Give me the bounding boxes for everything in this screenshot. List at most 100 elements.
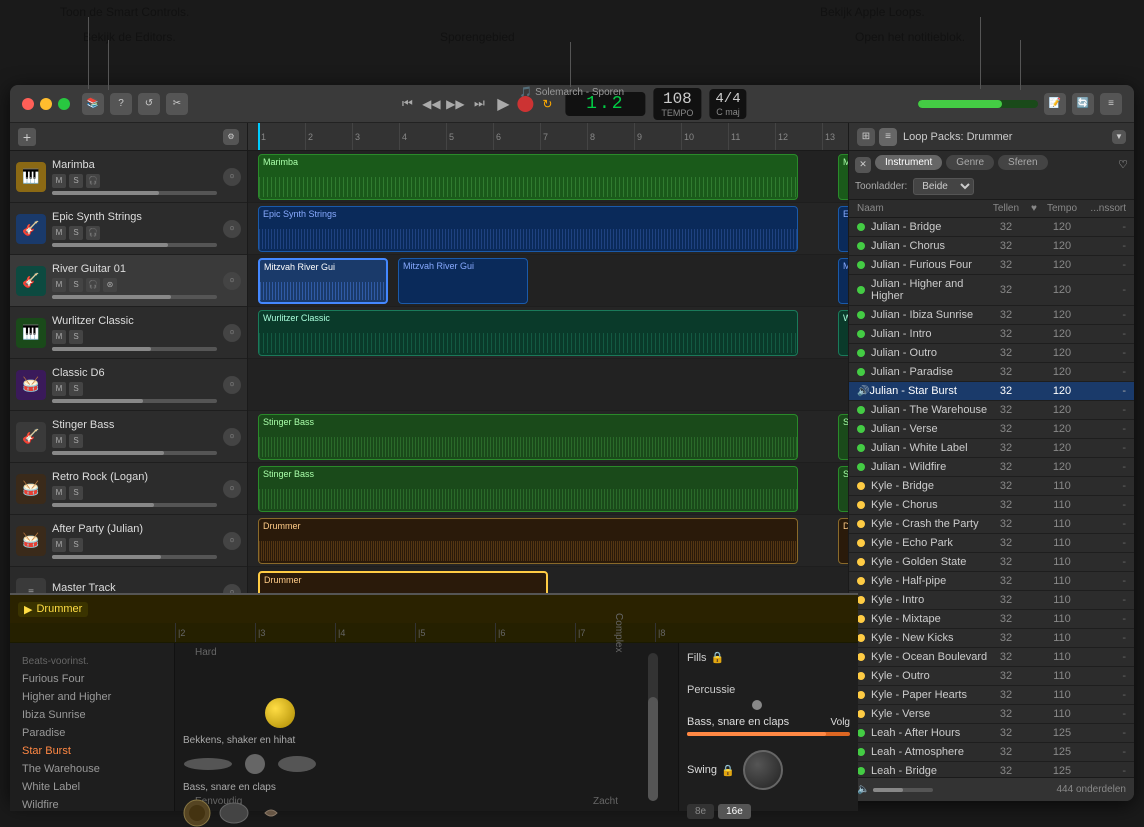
time-sig-display[interactable]: 4/4 C maj — [709, 89, 746, 119]
notepad-button[interactable]: 📝 — [1044, 93, 1066, 115]
drum-beat-item[interactable]: The Warehouse — [16, 760, 168, 778]
track-volume[interactable] — [52, 295, 217, 299]
add-track-button[interactable]: + — [18, 128, 36, 146]
track-item[interactable]: 🎸 Epic Synth Strings M S 🎧 ⊙ — [10, 203, 247, 255]
region-stinger1[interactable]: Stinger Bass — [258, 414, 798, 460]
loop-item[interactable]: Julian - Higher and Higher 32 120 - — [849, 275, 1134, 306]
track-options-button[interactable]: ⚙ — [223, 129, 239, 145]
region-stinger1-2[interactable]: Stinger Bass — [838, 414, 848, 460]
region-wurlitzer[interactable]: Wurlitzer Classic — [258, 310, 798, 356]
region-marimba-2[interactable]: Marimba — [838, 154, 848, 200]
play-button[interactable]: ▶ — [493, 94, 513, 114]
track-pan-knob[interactable]: ⊙ — [223, 428, 241, 446]
mute-button[interactable]: M — [52, 330, 66, 344]
loops-list-button[interactable]: ≡ — [879, 128, 897, 146]
loop-item[interactable]: Kyle - New Kicks 32 110 - — [849, 629, 1134, 648]
region-guitar-1[interactable]: Mitzvah River Gui — [258, 258, 388, 304]
filter-tab-sferen[interactable]: Sferen — [998, 155, 1047, 170]
solo-button[interactable]: S — [69, 330, 83, 344]
beat-position-knob[interactable] — [265, 698, 295, 728]
solo-button[interactable]: S — [69, 174, 83, 188]
region-drummer[interactable]: Drummer — [258, 518, 798, 564]
mute-button[interactable]: M — [52, 538, 66, 552]
track-pan-knob[interactable]: ⊙ — [223, 272, 241, 290]
headphones-button[interactable]: 🎧 — [86, 226, 100, 240]
close-button[interactable] — [22, 98, 34, 110]
drum-beat-item-active[interactable]: Star Burst — [16, 742, 168, 760]
solo-button[interactable]: S — [69, 382, 83, 396]
region-marimba-1[interactable]: Marimba — [258, 154, 798, 200]
track-volume[interactable] — [52, 451, 217, 455]
region-guitar-3[interactable]: Mitzvah River Gui — [838, 258, 848, 304]
forward-button[interactable]: ▶▶ — [445, 94, 465, 114]
skip-button[interactable]: ⏭ — [469, 94, 489, 114]
loops-button[interactable]: 🔄 — [1072, 93, 1094, 115]
track-pan-knob[interactable]: ⊙ — [223, 480, 241, 498]
loop-item[interactable]: Kyle - Bridge 32 110 - — [849, 477, 1134, 496]
solo-button[interactable]: S — [69, 278, 83, 292]
track-item[interactable]: 🥁 Retro Rock (Logan) M S ⊙ — [10, 463, 247, 515]
loop-item[interactable]: Kyle - Mixtape 32 110 - — [849, 610, 1134, 629]
loop-item[interactable]: Kyle - Paper Hearts 32 110 - — [849, 686, 1134, 705]
loop-item[interactable]: Julian - Verse 32 120 - — [849, 420, 1134, 439]
loop-item[interactable]: Kyle - Half-pipe 32 110 - — [849, 572, 1134, 591]
mute-button[interactable]: M — [52, 174, 66, 188]
track-volume[interactable] — [52, 347, 217, 351]
solo-button[interactable]: S — [69, 226, 83, 240]
drum-beat-item[interactable]: Paradise — [16, 724, 168, 742]
loop-item[interactable]: Kyle - Chorus 32 110 - — [849, 496, 1134, 515]
tempo-display[interactable]: 108 TEMPO — [653, 88, 701, 120]
pattern-16-button[interactable]: 16e — [718, 804, 751, 819]
track-item[interactable]: 🎹 Marimba M S 🎧 ⊙ — [10, 151, 247, 203]
loop-item[interactable]: Kyle - Echo Park 32 110 - — [849, 534, 1134, 553]
track-item[interactable]: 🥁 Classic D6 M S ⊙ — [10, 359, 247, 411]
track-pan-knob[interactable]: ⊙ — [223, 532, 241, 550]
track-volume[interactable] — [52, 503, 217, 507]
track-pan-knob[interactable]: ⊙ — [223, 376, 241, 394]
mute-button[interactable]: M — [52, 278, 66, 292]
loop-item[interactable]: Julian - Paradise 32 120 - — [849, 363, 1134, 382]
loop-item[interactable]: Julian - Intro 32 120 - — [849, 325, 1134, 344]
loop-item-selected[interactable]: 🔊 Julian - Star Burst 32 120 - — [849, 382, 1134, 401]
loop-item[interactable]: Leah - After Hours 32 125 - — [849, 724, 1134, 743]
mute-button[interactable]: M — [52, 382, 66, 396]
solo-button[interactable]: S — [69, 434, 83, 448]
region-guitar-2[interactable]: Mitzvah River Gui — [398, 258, 528, 304]
region-synth-2[interactable]: Epic Synth Strings — [838, 206, 848, 252]
loop-item[interactable]: Kyle - Intro 32 110 - — [849, 591, 1134, 610]
drum-beat-item[interactable]: White Label — [16, 778, 168, 796]
bass-slider[interactable] — [687, 732, 850, 736]
region-stinger2[interactable]: Stinger Bass — [258, 466, 798, 512]
smart-controls-button[interactable]: ≡ — [1100, 93, 1122, 115]
mute-button[interactable]: M — [52, 486, 66, 500]
loop-item[interactable]: Julian - Chorus 32 120 - — [849, 237, 1134, 256]
solo-button[interactable]: S — [69, 538, 83, 552]
minimize-button[interactable] — [40, 98, 52, 110]
loop-item[interactable]: Julian - Bridge 32 120 - — [849, 218, 1134, 237]
loops-grid-button[interactable]: ⊞ — [857, 128, 875, 146]
drum-beat-item[interactable]: Ibiza Sunrise — [16, 706, 168, 724]
track-pan-knob[interactable]: ⊙ — [223, 220, 241, 238]
record-arm-button[interactable]: ⊛ — [103, 278, 117, 292]
loop-item[interactable]: Leah - Atmosphere 32 125 - — [849, 743, 1134, 762]
region-drummer-2[interactable]: Drummer — [838, 518, 848, 564]
region-stinger2-2[interactable]: Stinger Bass — [838, 466, 848, 512]
headphones-button[interactable]: 🎧 — [86, 174, 100, 188]
mute-button[interactable]: M — [52, 226, 66, 240]
track-pan-knob[interactable]: ⊙ — [223, 168, 241, 186]
loop-item[interactable]: Kyle - Golden State 32 110 - — [849, 553, 1134, 572]
drum-beat-item[interactable]: Furious Four — [16, 670, 168, 688]
pattern-8-button[interactable]: 8e — [687, 804, 714, 819]
region-wurlitzer-2[interactable]: Wurlitzer Classic — [838, 310, 848, 356]
region-synth[interactable]: Epic Synth Strings — [258, 206, 798, 252]
scissors-button[interactable]: ✂ — [166, 93, 188, 115]
drum-beat-item[interactable]: Wildfire — [16, 796, 168, 814]
mute-button[interactable]: M — [52, 434, 66, 448]
loop-item[interactable]: Julian - The Warehouse 32 120 - — [849, 401, 1134, 420]
loop-item[interactable]: Julian - Wildfire 32 120 - — [849, 458, 1134, 477]
track-volume[interactable] — [52, 399, 217, 403]
drum-beat-item[interactable]: Higher and Higher — [16, 688, 168, 706]
volg-button[interactable]: Volg — [831, 717, 850, 728]
loop-item[interactable]: Julian - Furious Four 32 120 - — [849, 256, 1134, 275]
track-item[interactable]: 🥁 After Party (Julian) M S ⊙ — [10, 515, 247, 567]
